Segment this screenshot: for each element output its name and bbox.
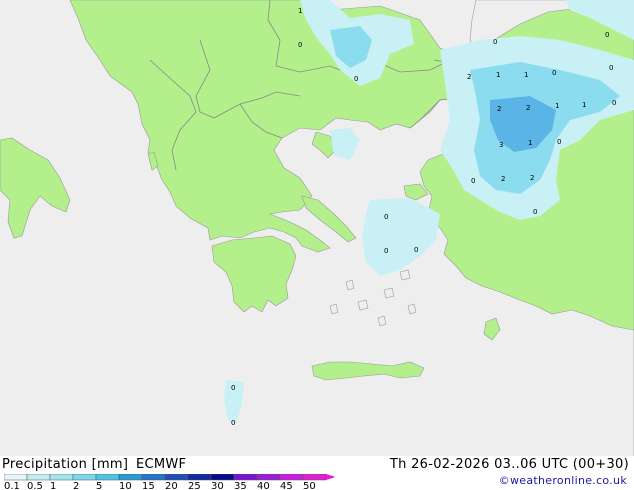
precip-value: 0 — [533, 208, 537, 216]
precip-value: 1 — [582, 101, 586, 109]
color-scale-tick-label: 50 — [303, 481, 316, 490]
precip-value: 0 — [552, 69, 556, 77]
color-scale-box — [118, 474, 143, 481]
color-scale-box — [141, 474, 166, 481]
color-scale-tick-label: 35 — [234, 481, 247, 490]
color-scale-box — [256, 474, 281, 481]
precip-value: 0 — [493, 38, 497, 46]
color-scale-tick-label: 20 — [165, 481, 178, 490]
precip-value: 0 — [384, 247, 388, 255]
color-scale-tick-label: 40 — [257, 481, 270, 490]
precip-value: 1 — [524, 71, 528, 79]
color-scale-tick-label: 0.1 — [4, 481, 20, 490]
color-scale-tick-label: 45 — [280, 481, 293, 490]
color-scale-box — [302, 474, 327, 481]
precip-value: 1 — [298, 7, 302, 15]
legend-title: Precipitation [mm] — [2, 457, 129, 472]
color-scale-box — [26, 474, 51, 481]
precip-value: 0 — [609, 64, 613, 72]
precip-value: 0 — [557, 138, 561, 146]
color-scale-box — [279, 474, 304, 481]
color-scale-boxes — [4, 474, 334, 481]
color-scale-tick-label: 30 — [211, 481, 224, 490]
color-scale-legend: 0.1 0.5 1 2 5 10 15 20 25 30 35 40 45 50 — [4, 474, 334, 490]
precip-value: 2 — [497, 105, 501, 113]
precip-value: 0 — [471, 177, 475, 185]
color-scale-tick-label: 2 — [73, 481, 79, 490]
source-credit: ©weatheronline.co.uk — [498, 474, 627, 487]
precip-value: 2 — [467, 73, 471, 81]
color-scale-tick-label: 10 — [119, 481, 132, 490]
valid-time: Th 26-02-2026 03..06 UTC (00+30) — [389, 457, 629, 472]
precip-value: 2 — [526, 104, 530, 112]
color-scale-tick-label: 1 — [50, 481, 56, 490]
model-name: ECMWF — [136, 457, 187, 472]
color-scale-box — [49, 474, 74, 481]
color-scale-box — [95, 474, 120, 481]
precip-value: 0 — [231, 419, 235, 427]
precip-value: 2 — [530, 174, 534, 182]
precip-value: 0 — [384, 213, 388, 221]
color-scale-tick-label: 25 — [188, 481, 201, 490]
precip-value: 0 — [298, 41, 302, 49]
color-scale-box — [210, 474, 235, 481]
precip-value: 0 — [605, 31, 609, 39]
precip-value: 2 — [501, 175, 505, 183]
precip-value: 1 — [496, 71, 500, 79]
color-scale-box — [233, 474, 258, 481]
color-scale-tick-label: 0.5 — [27, 481, 43, 490]
precip-value: 3 — [499, 141, 503, 149]
precipitation-map: 1 0 0 0 0 2 1 1 0 0 2 2 1 1 0 3 1 0 2 2 … — [0, 0, 634, 456]
precip-value: 1 — [555, 102, 559, 110]
precip-value: 0 — [231, 384, 235, 392]
color-scale-arrow — [326, 474, 334, 480]
precip-value: 1 — [528, 139, 532, 147]
precip-value: 0 — [354, 75, 358, 83]
weather-map-page: 1 0 0 0 0 2 1 1 0 0 2 2 1 1 0 3 1 0 2 2 … — [0, 0, 634, 490]
color-scale-box — [4, 474, 28, 481]
color-scale-tick-label: 5 — [96, 481, 102, 490]
color-scale-ticks: 0.1 0.5 1 2 5 10 15 20 25 30 35 40 45 50 — [4, 481, 316, 490]
color-scale-box — [72, 474, 97, 481]
color-scale-box — [164, 474, 189, 481]
precip-value: 0 — [414, 246, 418, 254]
precip-value: 0 — [612, 99, 616, 107]
map-footer: Precipitation [mm] ECMWF Th 26-02-2026 0… — [0, 456, 634, 490]
color-scale-tick-label: 15 — [142, 481, 155, 490]
color-scale-box — [187, 474, 212, 481]
